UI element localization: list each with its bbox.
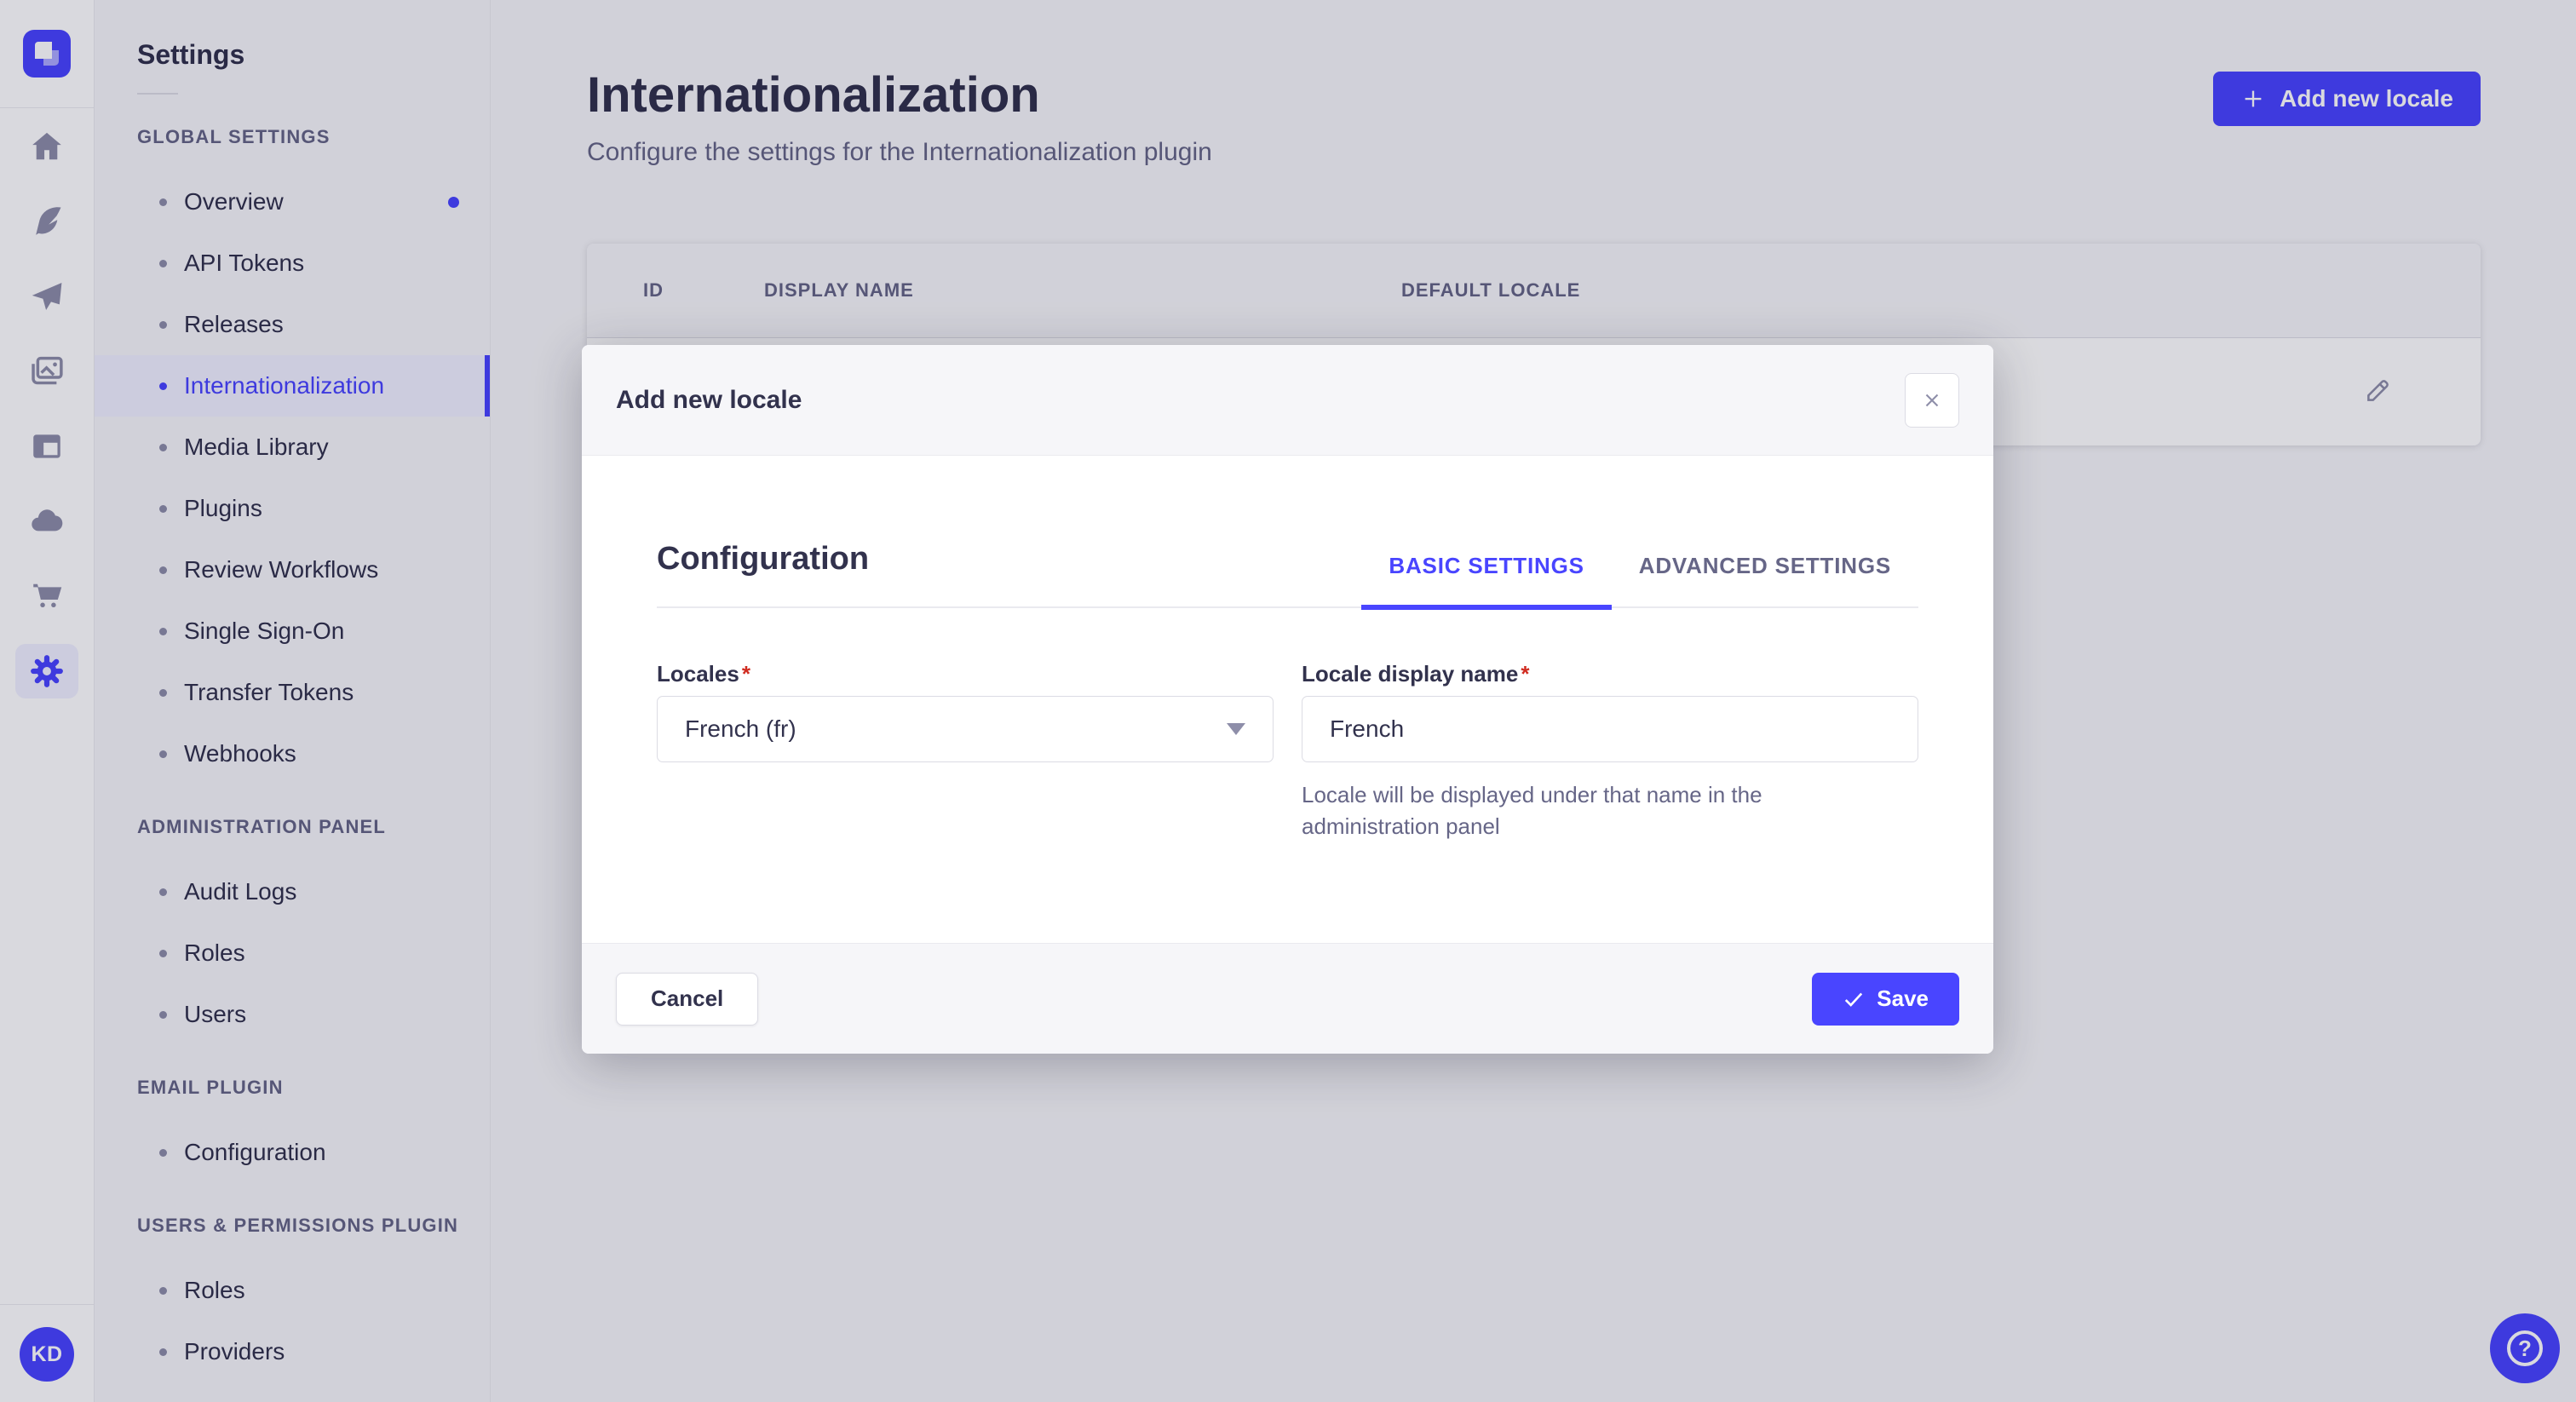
save-button-label: Save [1877,985,1929,1011]
cancel-button[interactable]: Cancel [616,972,759,1026]
modal-footer: Cancel Save [582,943,1993,1054]
tab-advanced-settings[interactable]: ADVANCED SETTINGS [1612,553,1918,610]
locales-field: Locales * French (fr) [657,661,1274,842]
add-locale-modal: Add new locale Configuration BASIC SETTI… [582,345,1993,1054]
required-asterisk: * [1521,661,1530,687]
save-button[interactable]: Save [1812,972,1959,1026]
locales-label: Locales * [657,661,750,687]
settings-tabs: BASIC SETTINGS ADVANCED SETTINGS [1361,553,1918,610]
locales-select[interactable]: French (fr) [657,696,1274,762]
display-name-label-text: Locale display name [1302,661,1519,687]
display-name-hint: Locale will be displayed under that name… [1302,782,1762,839]
section-title: Configuration [657,541,870,577]
close-modal-button[interactable] [1905,372,1959,428]
display-name-field: Locale display name* Locale will be disp… [1302,661,1918,842]
x-icon [1925,394,1939,406]
required-asterisk: * [741,661,750,687]
locales-label-text: Locales [657,661,739,687]
modal-header: Add new locale [582,345,1993,456]
display-name-input[interactable] [1302,696,1918,762]
check-icon [1845,992,1863,1007]
locale-form-row: Locales * French (fr) Locale display name… [657,661,1918,842]
modal-title: Add new locale [616,385,802,414]
display-name-label: Locale display name * [1302,661,1529,687]
modal-body: Configuration BASIC SETTINGS ADVANCED SE… [582,456,1993,943]
chevron-down-icon [1227,723,1245,735]
locales-select-value: French (fr) [685,715,796,742]
tab-basic-settings[interactable]: BASIC SETTINGS [1361,553,1612,610]
configuration-section-header: Configuration BASIC SETTINGS ADVANCED SE… [657,456,1918,610]
